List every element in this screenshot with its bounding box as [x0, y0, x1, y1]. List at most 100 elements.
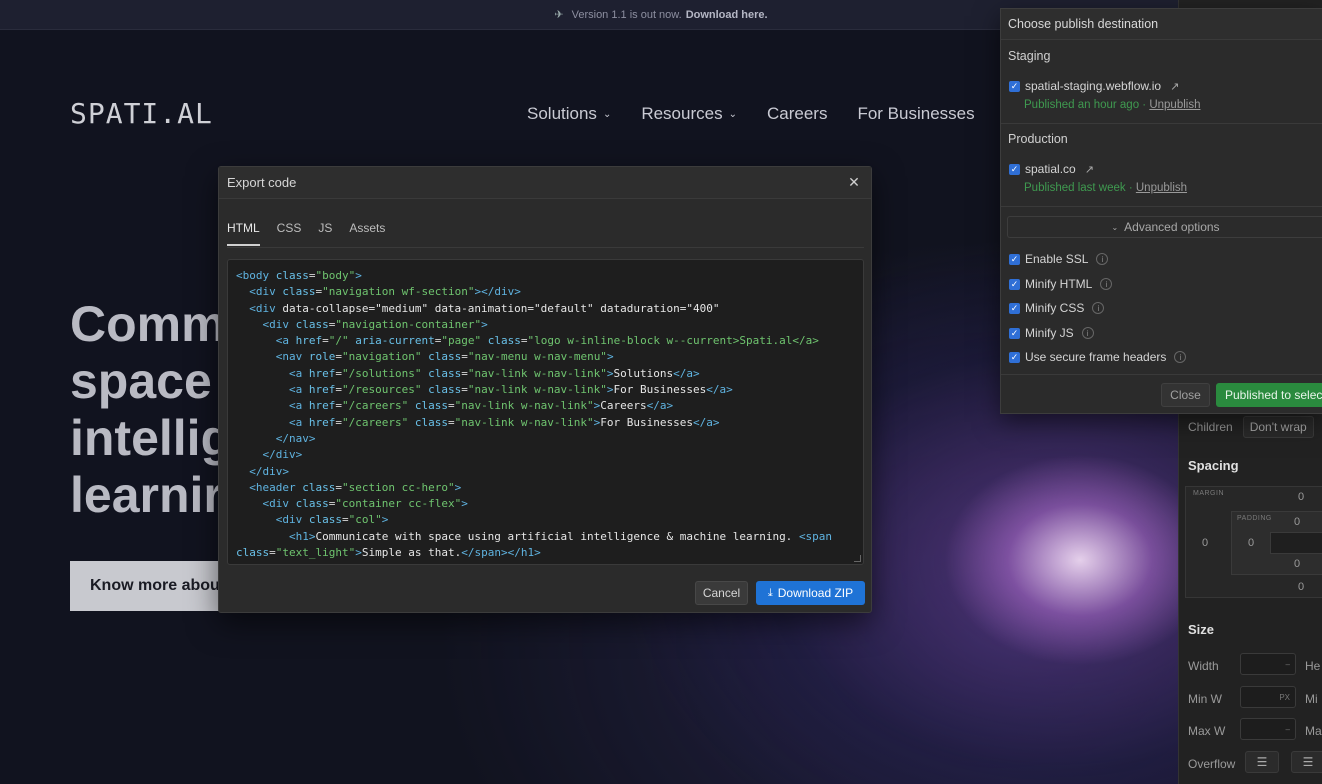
production-domain: spatial.co	[1025, 162, 1076, 176]
children-label: Children	[1188, 420, 1233, 434]
checkbox-checked-icon[interactable]: ✓	[1009, 278, 1020, 290]
min-width-label: Min W	[1188, 692, 1222, 706]
cancel-button[interactable]: Cancel	[695, 581, 748, 605]
production-status: Published last week · Unpublish	[1024, 182, 1187, 194]
option-minify-js[interactable]: ✓ Minify JS i	[1009, 326, 1094, 340]
info-icon[interactable]: i	[1092, 302, 1105, 314]
code-line: <div class="navigation-container">	[262, 317, 488, 331]
children-row: Children Don't wrap	[1188, 416, 1314, 438]
checkbox-checked-icon[interactable]: ✓	[1009, 302, 1020, 314]
chevron-down-icon: ⌄	[728, 108, 737, 120]
margin-left-value[interactable]: 0	[1202, 537, 1208, 549]
max-height-label: Ma	[1305, 724, 1322, 738]
padding-top-value[interactable]: 0	[1294, 516, 1300, 528]
dash: –	[1285, 660, 1290, 669]
publish-button[interactable]: Published to selected	[1216, 383, 1322, 407]
info-icon[interactable]: i	[1100, 278, 1113, 290]
checkbox-checked-icon[interactable]: ✓	[1009, 80, 1020, 92]
chevron-down-icon: ⌄	[602, 108, 612, 120]
tab-assets[interactable]: Assets	[349, 219, 385, 246]
production-unpublish-link[interactable]: Unpublish	[1136, 182, 1187, 194]
code-line: <h1>Communicate with space using artific…	[288, 529, 833, 543]
info-icon[interactable]: i	[1096, 253, 1109, 265]
code-line: <div class="container cc-flex">	[262, 497, 468, 511]
staging-unpublish-link[interactable]: Unpublish	[1149, 99, 1200, 111]
nav-solutions[interactable]: Solutions ⌄	[527, 104, 611, 124]
nav-for-businesses[interactable]: For Businesses	[857, 104, 974, 124]
close-icon[interactable]: ✕	[845, 173, 863, 191]
nav-solutions-label: Solutions	[527, 104, 597, 123]
min-width-input[interactable]: PX	[1240, 686, 1296, 708]
tab-html[interactable]: HTML	[227, 219, 260, 246]
code-tabs: HTML CSS JS Assets	[227, 219, 402, 246]
nav-careers[interactable]: Careers	[767, 104, 827, 124]
banner-download-link[interactable]: Download here.	[686, 9, 768, 21]
width-label: Width	[1188, 659, 1219, 673]
staging-meta: Published an hour ago ·	[1024, 99, 1147, 111]
publish-panel-title: Choose publish destination	[1001, 9, 1322, 40]
option-label: Minify HTML	[1025, 277, 1093, 291]
content-box	[1270, 532, 1322, 554]
option-minify-css[interactable]: ✓ Minify CSS i	[1009, 301, 1105, 315]
staging-status: Published an hour ago · Unpublish	[1024, 99, 1200, 111]
code-line: <a href="/careers" class="nav-link w-nav…	[288, 415, 720, 429]
min-height-label: Mi	[1305, 692, 1318, 706]
info-icon[interactable]: i	[1081, 327, 1094, 339]
checkbox-checked-icon[interactable]: ✓	[1009, 163, 1020, 175]
dont-wrap-button[interactable]: Don't wrap	[1242, 416, 1314, 438]
code-line: </div>	[249, 464, 289, 478]
close-button[interactable]: Close	[1161, 383, 1210, 407]
external-link-icon[interactable]: ↗	[1170, 80, 1179, 93]
overflow-visible-button[interactable]: ☰	[1245, 751, 1279, 773]
tab-css[interactable]: CSS	[277, 219, 302, 246]
spacing-editor: MARGIN 0 0 PADDING 0 0 0 0	[1185, 486, 1322, 598]
advanced-options-label: Advanced options	[1124, 220, 1220, 234]
width-input[interactable]: –	[1240, 653, 1296, 675]
site-logo[interactable]: SPATI.AL	[70, 97, 213, 130]
max-width-input[interactable]: –	[1240, 718, 1296, 740]
banner-text: Version 1.1 is out now.	[571, 8, 682, 21]
nav-resources[interactable]: Resources ⌄	[641, 104, 737, 124]
staging-destination[interactable]: ✓ spatial-staging.webflow.io ↗	[1009, 79, 1179, 93]
code-line: <a href="/careers" class="nav-link w-nav…	[288, 399, 674, 413]
padding-left-value[interactable]: 0	[1248, 537, 1254, 549]
code-line: </nav>	[275, 431, 316, 445]
tab-js[interactable]: JS	[318, 219, 332, 246]
option-label: Enable SSL	[1025, 252, 1089, 266]
option-label: Use secure frame headers	[1025, 350, 1167, 364]
margin-label: MARGIN	[1193, 490, 1224, 497]
code-viewer[interactable]: <body class="body"> <div class="navigati…	[227, 259, 864, 565]
advanced-options-toggle[interactable]: ⌄ Advanced options	[1007, 216, 1322, 238]
padding-bottom-value[interactable]: 0	[1294, 558, 1300, 570]
margin-top-value[interactable]: 0	[1298, 491, 1304, 503]
checkbox-checked-icon[interactable]: ✓	[1009, 253, 1020, 265]
info-icon[interactable]: i	[1174, 351, 1187, 363]
download-icon: ⤓	[767, 586, 773, 599]
dash: –	[1285, 725, 1290, 734]
external-link-icon[interactable]: ↗	[1085, 163, 1094, 176]
chevron-down-icon: ⌄	[1111, 222, 1119, 232]
checkbox-checked-icon[interactable]: ✓	[1009, 351, 1020, 363]
code-line: <body class="body">	[236, 269, 362, 282]
option-minify-html[interactable]: ✓ Minify HTML i	[1009, 277, 1113, 291]
production-destination[interactable]: ✓ spatial.co ↗	[1009, 162, 1094, 176]
export-code-modal: Export code ✕ HTML CSS JS Assets <body c…	[218, 166, 872, 613]
overflow-label: Overflow	[1188, 757, 1236, 771]
overflow-hidden-button[interactable]: ☰	[1291, 751, 1322, 773]
download-zip-button[interactable]: ⤓ Download ZIP	[756, 581, 865, 605]
option-secure-frame-headers[interactable]: ✓ Use secure frame headers i	[1009, 350, 1187, 364]
modal-title: Export code	[227, 175, 297, 190]
tab-divider	[227, 247, 864, 248]
option-label: Minify JS	[1025, 326, 1074, 340]
divider	[1001, 123, 1322, 124]
margin-bottom-value[interactable]: 0	[1298, 581, 1304, 593]
site-navigation: Solutions ⌄ Resources ⌄ Careers For Busi…	[527, 104, 975, 124]
hero-cta-button[interactable]: Know more about	[70, 561, 230, 611]
modal-header: Export code ✕	[219, 167, 871, 199]
checkbox-checked-icon[interactable]: ✓	[1009, 327, 1020, 339]
option-enable-ssl[interactable]: ✓ Enable SSL i	[1009, 252, 1109, 266]
code-line: <header class="section cc-hero">	[249, 480, 462, 494]
resize-handle-icon[interactable]	[854, 555, 861, 562]
align-icon: ☰	[1256, 755, 1268, 769]
divider	[1001, 374, 1322, 375]
